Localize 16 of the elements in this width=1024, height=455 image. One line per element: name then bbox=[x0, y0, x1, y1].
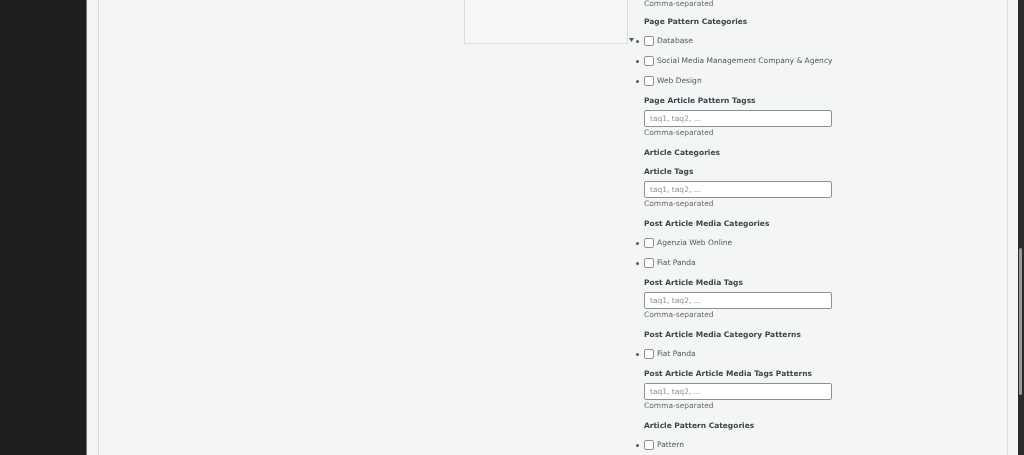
caret-down-icon bbox=[629, 38, 634, 42]
scrollbar-thumb[interactable] bbox=[1019, 248, 1022, 395]
checkbox[interactable] bbox=[644, 238, 654, 248]
checkbox[interactable] bbox=[644, 76, 654, 86]
bullet-icon bbox=[636, 443, 639, 447]
bullet-icon bbox=[636, 241, 639, 245]
bullet-icon bbox=[636, 59, 639, 63]
checkbox[interactable] bbox=[644, 349, 654, 359]
checkbox[interactable] bbox=[644, 36, 654, 46]
checkbox[interactable] bbox=[644, 56, 654, 66]
checkbox[interactable] bbox=[644, 258, 654, 268]
bullet-icon bbox=[636, 352, 639, 356]
bullet-icon bbox=[636, 79, 639, 83]
bullet-icon bbox=[636, 39, 639, 43]
checkbox[interactable] bbox=[644, 440, 654, 450]
bullet-icon bbox=[636, 261, 639, 265]
